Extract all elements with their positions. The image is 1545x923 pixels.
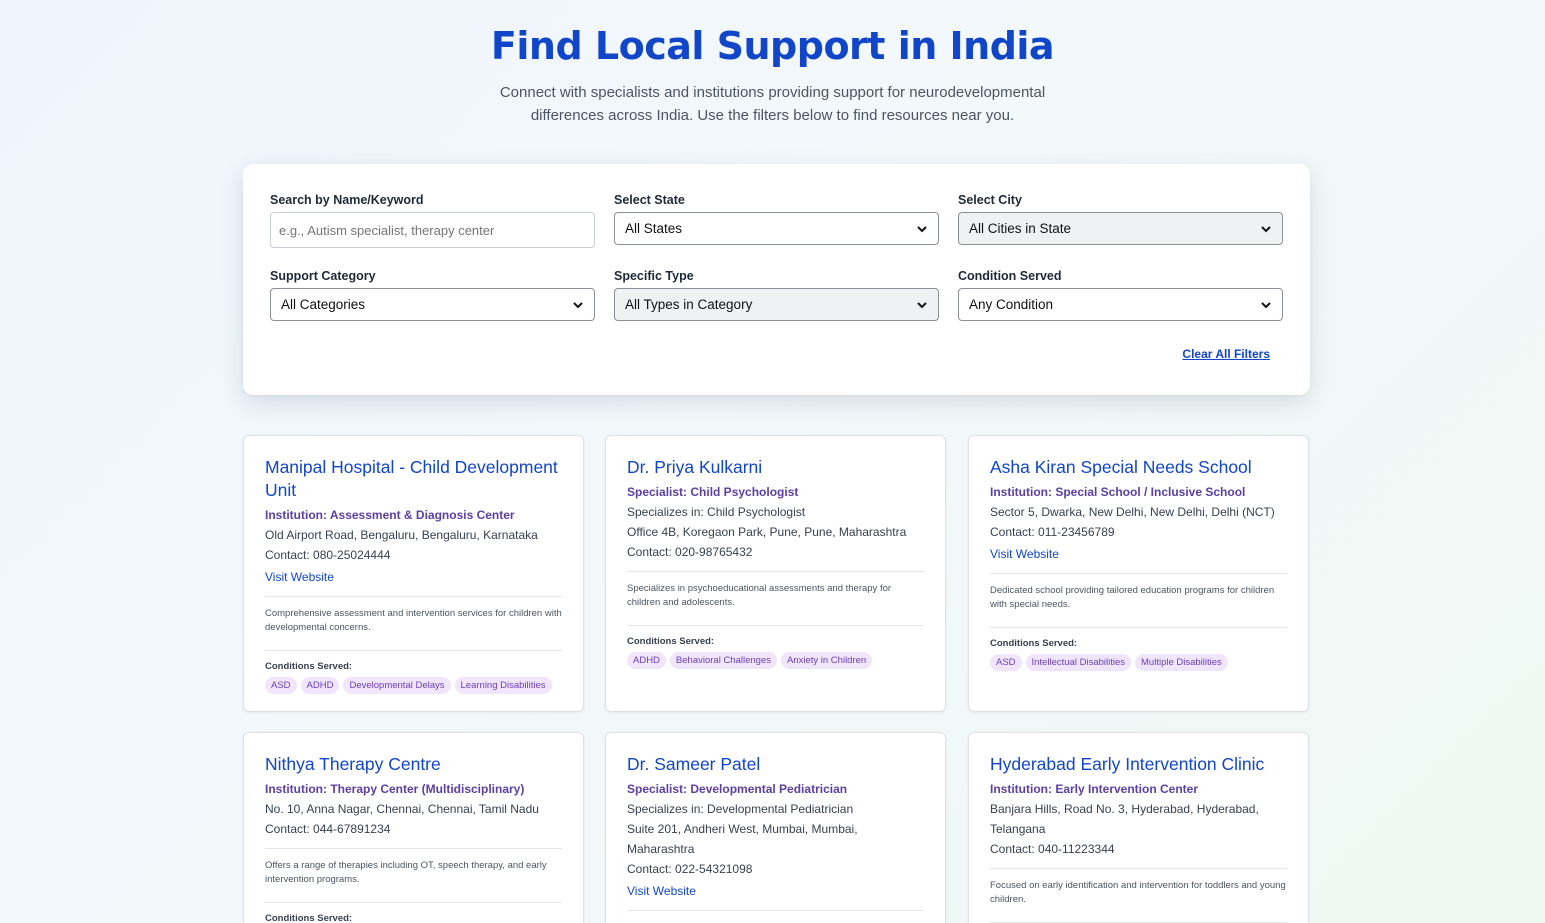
card-title[interactable]: Hyderabad Early Intervention Clinic [990,753,1287,776]
city-select[interactable]: All Cities in State [958,212,1283,245]
condition-tag: ADHD [300,677,340,694]
card-specializes: Specializes in: Developmental Pediatrici… [627,802,854,816]
state-filter-group: Select State All States [614,192,939,245]
page-title: Find Local Support in India [490,24,1055,68]
type-filter-group: Specific Type All Types in Category [614,268,939,321]
condition-filter-group: Condition Served Any Condition [958,268,1283,321]
card-type: Specialist: Child Psychologist [627,485,799,499]
card-type: Institution: Special School / Inclusive … [990,485,1246,499]
card-description: Focused on early identification and inte… [990,880,1286,905]
card-title[interactable]: Dr. Sameer Patel [627,753,924,776]
category-label: Support Category [270,269,376,283]
category-select[interactable]: All Categories [270,288,595,321]
city-label: Select City [958,193,1022,207]
card-title[interactable]: Nithya Therapy Centre [265,753,562,776]
clear-filters-link[interactable]: Clear All Filters [1182,347,1270,361]
card-title[interactable]: Asha Kiran Special Needs School [990,456,1287,479]
visit-website-link[interactable]: Visit Website [265,567,334,587]
visit-website-link[interactable]: Visit Website [627,881,696,901]
search-filter-group: Search by Name/Keyword [270,192,595,248]
card-title[interactable]: Manipal Hospital - Child Development Uni… [265,456,562,502]
divider [265,650,562,651]
card-address: Sector 5, Dwarka, New Delhi, New Delhi, … [990,505,1275,519]
condition-tags: ASD Intellectual Disabilities Multiple D… [990,654,1287,671]
divider [627,625,924,626]
card-contact: Contact: 080-25024444 [265,548,391,562]
condition-tags: ADHD Behavioral Challenges Anxiety in Ch… [627,652,924,669]
resource-card: Hyderabad Early Intervention Clinic Inst… [968,732,1309,923]
condition-tag: ASD [990,654,1022,671]
chevron-down-icon [917,225,927,232]
condition-select-value: Any Condition [969,297,1054,312]
conditions-label: Conditions Served: [627,636,715,647]
chevron-down-icon [1261,225,1271,232]
card-description: Offers a range of therapies including OT… [265,860,547,885]
divider [265,902,562,903]
hero-section: Find Local Support in India Connect with… [0,0,1545,127]
card-specializes: Specializes in: Child Psychologist [627,505,806,519]
category-filter-group: Support Category All Categories [270,268,595,321]
card-type: Institution: Early Intervention Center [990,782,1199,796]
city-select-value: All Cities in State [969,221,1072,236]
divider [990,627,1287,628]
card-contact: Contact: 044-67891234 [265,822,391,836]
card-address: Old Airport Road, Bengaluru, Bengaluru, … [265,528,538,542]
condition-tag: Behavioral Challenges [669,652,777,669]
card-contact: Contact: 022-54321098 [627,862,753,876]
condition-select[interactable]: Any Condition [958,288,1283,321]
card-description: Comprehensive assessment and interventio… [265,608,562,633]
category-select-value: All Categories [281,297,366,312]
card-description: Expert in diagnosing and managing develo… [627,911,924,923]
card-contact: Contact: 011-23456789 [990,525,1115,539]
card-title[interactable]: Dr. Priya Kulkarni [627,456,924,479]
state-label: Select State [614,193,685,207]
chevron-down-icon [1261,301,1271,308]
condition-tags: ASD ADHD Developmental Delays Learning D… [265,677,562,694]
condition-label: Condition Served [958,269,1062,283]
filter-panel: Search by Name/Keyword Select State All … [243,164,1310,395]
condition-tag: ADHD [627,652,666,669]
type-select-value: All Types in Category [625,297,753,312]
search-input[interactable] [270,212,595,248]
conditions-label: Conditions Served: [990,638,1078,649]
condition-tag: Intellectual Disabilities [1025,654,1132,671]
card-type: Institution: Assessment & Diagnosis Cent… [265,508,515,522]
type-label: Specific Type [614,269,694,283]
card-address: Suite 201, Andheri West, Mumbai, Mumbai,… [627,822,858,856]
resource-card: Asha Kiran Special Needs School Institut… [968,435,1309,712]
card-address: Office 4B, Koregaon Park, Pune, Pune, Ma… [627,525,907,539]
condition-tag: ASD [265,677,297,694]
page-subtitle: Connect with specialists and institution… [499,84,1046,124]
card-address: Banjara Hills, Road No. 3, Hyderabad, Hy… [990,802,1259,836]
condition-tag: Learning Disabilities [454,677,552,694]
city-filter-group: Select City All Cities in State [958,192,1283,245]
condition-tag: Developmental Delays [343,677,451,694]
chevron-down-icon [573,301,583,308]
resource-card: Dr. Sameer Patel Specialist: Development… [605,732,946,923]
card-type: Institution: Therapy Center (Multidiscip… [265,782,525,796]
condition-tag: Multiple Disabilities [1135,654,1228,671]
resource-card: Nithya Therapy Centre Institution: Thera… [243,732,584,923]
type-select[interactable]: All Types in Category [614,288,939,321]
card-contact: Contact: 040-11223344 [990,842,1115,856]
resource-card: Dr. Priya Kulkarni Specialist: Child Psy… [605,435,946,712]
chevron-down-icon [917,301,927,308]
resource-card: Manipal Hospital - Child Development Uni… [243,435,584,712]
card-description: Dedicated school providing tailored educ… [990,585,1275,610]
card-description: Specializes in psychoeducational assessm… [627,583,892,608]
visit-website-link[interactable]: Visit Website [990,544,1059,564]
condition-tag: Anxiety in Children [780,652,873,669]
card-contact: Contact: 020-98765432 [627,545,753,559]
state-select-value: All States [625,221,683,236]
card-type: Specialist: Developmental Pediatrician [627,782,848,796]
search-label: Search by Name/Keyword [270,193,424,207]
card-address: No. 10, Anna Nagar, Chennai, Chennai, Ta… [265,802,539,816]
state-select[interactable]: All States [614,212,939,245]
conditions-label: Conditions Served: [265,661,353,672]
conditions-label: Conditions Served: [265,913,353,923]
